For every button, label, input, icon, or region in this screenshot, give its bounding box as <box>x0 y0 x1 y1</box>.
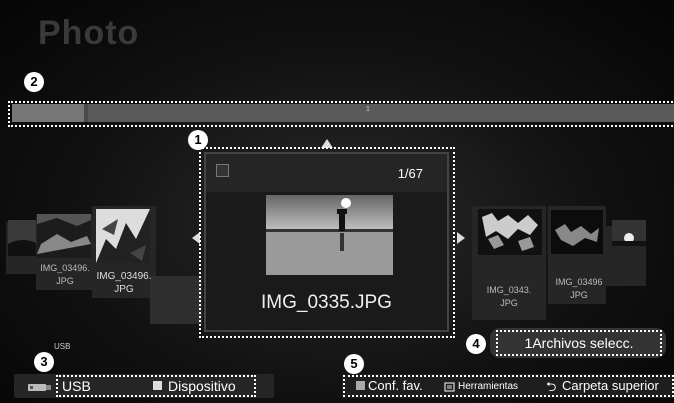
tools-button[interactable]: Herramientas <box>458 379 518 395</box>
device-small-label: USB <box>54 342 71 351</box>
right-arrow-icon[interactable] <box>457 232 465 244</box>
thumb-right-2[interactable] <box>612 220 646 246</box>
callout-3: 3 <box>34 352 54 372</box>
thumb-left-2[interactable] <box>96 209 150 263</box>
thumb-left-2-image <box>96 209 150 263</box>
device-label[interactable]: Dispositivo <box>168 377 236 395</box>
thumb-left-1-label: IMG_03496. JPG <box>40 263 90 286</box>
thumb-tile[interactable] <box>150 276 202 324</box>
thumb-left-0-image <box>8 220 38 256</box>
fav-button[interactable]: Conf. fav. <box>368 377 423 395</box>
return-icon: ⮌ <box>546 379 557 394</box>
thumb-right-1-image <box>551 210 603 254</box>
usb-label[interactable]: USB <box>62 377 91 395</box>
page-title: Photo <box>38 14 140 52</box>
selection-status: 1Archivos selecc. <box>524 335 634 351</box>
thumb-left-0[interactable] <box>8 220 38 256</box>
photo-browser-screen: Photo 2 1 1 IMG_03496. JPG IMG_03496. JP… <box>0 0 674 403</box>
folder-bar-outline <box>8 101 674 127</box>
callout-4: 4 <box>466 334 486 354</box>
callout-2: 2 <box>24 72 44 92</box>
thumb-right-0[interactable] <box>478 209 542 255</box>
tools-icon <box>444 380 456 392</box>
thumb-left-1[interactable] <box>37 214 91 258</box>
thumb-right-0-label: IMG_0343. JPG <box>486 285 532 308</box>
center-panel-outline <box>199 147 455 338</box>
thumb-right-0-image <box>478 209 542 255</box>
thumb-left-1-image <box>37 214 91 258</box>
fav-square-icon <box>356 381 365 390</box>
parent-folder-button[interactable]: Carpeta superior <box>562 377 659 395</box>
usb-device-icon <box>26 380 52 392</box>
device-square-icon <box>153 381 162 390</box>
thumb-right-1-label: IMG_03496 JPG <box>555 277 603 300</box>
thumb-left-2-label: IMG_03496. JPG <box>96 271 152 295</box>
callout-5: 5 <box>344 354 364 374</box>
thumb-right-2-image <box>612 220 646 246</box>
thumb-right-1[interactable] <box>551 210 603 254</box>
